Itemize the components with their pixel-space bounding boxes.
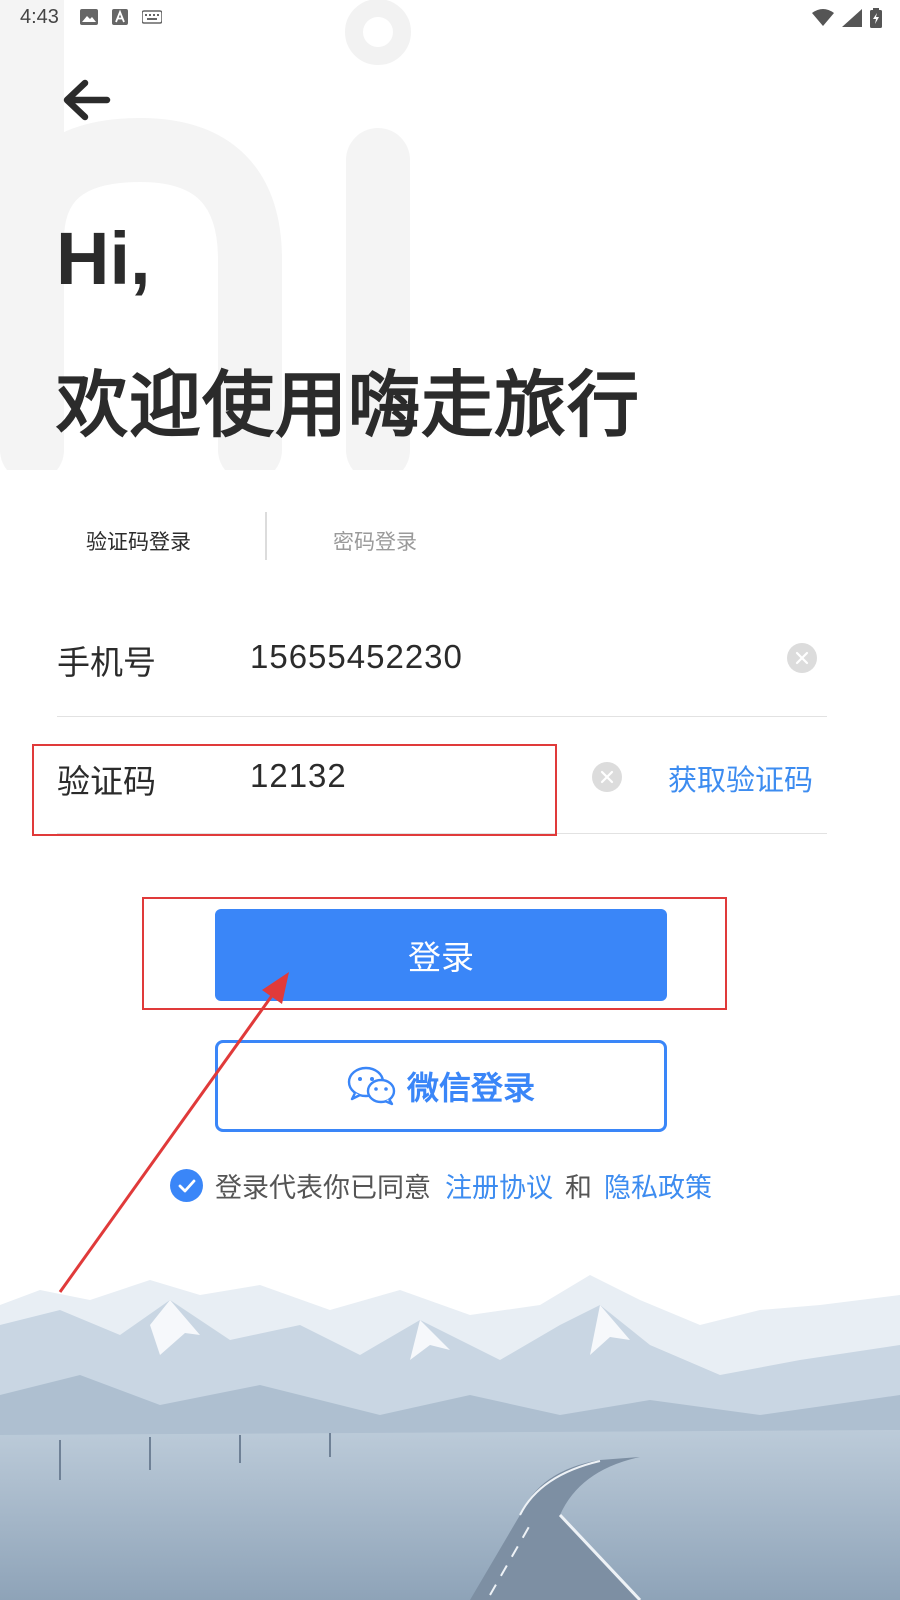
wechat-login-button[interactable]: 微信登录	[215, 1040, 667, 1132]
back-button[interactable]	[58, 76, 114, 124]
status-system-icons	[812, 8, 882, 28]
image-icon	[80, 9, 98, 25]
agreement-text: 登录代表你已同意	[215, 1173, 431, 1204]
font-icon	[112, 9, 128, 25]
terms-link[interactable]: 注册协议	[445, 1166, 553, 1205]
greeting-title: Hi,	[56, 217, 151, 300]
status-bar: 4:43	[0, 0, 900, 36]
status-time: 4:43	[20, 6, 59, 28]
tab-code-login[interactable]: 验证码登录	[86, 526, 191, 556]
arrow-left-icon	[63, 79, 111, 121]
agreement-and: 和	[565, 1173, 592, 1204]
code-highlight-box	[32, 744, 557, 836]
status-notification-icons	[80, 9, 162, 25]
tab-divider	[265, 512, 267, 560]
tab-password-login[interactable]: 密码登录	[333, 526, 417, 556]
welcome-title: 欢迎使用嗨走旅行	[56, 363, 641, 447]
clear-code-icon[interactable]	[592, 762, 622, 792]
wifi-icon	[812, 9, 834, 26]
clear-phone-icon[interactable]	[787, 643, 817, 673]
agreement-row: 登录代表你已同意 注册协议 和 隐私政策	[170, 1166, 712, 1205]
wechat-login-label: 微信登录	[406, 1069, 535, 1107]
privacy-link[interactable]: 隐私政策	[604, 1166, 712, 1205]
mountain-landscape-image	[0, 1275, 900, 1600]
get-code-button[interactable]: 获取验证码	[668, 757, 813, 799]
wechat-icon	[347, 1066, 396, 1106]
keyboard-icon	[142, 10, 162, 24]
agree-checkbox[interactable]	[170, 1169, 203, 1202]
signal-icon	[842, 9, 862, 27]
phone-input[interactable]: 15655452230	[250, 638, 463, 676]
check-icon	[178, 1179, 195, 1192]
phone-divider	[57, 716, 827, 717]
login-highlight-box	[142, 897, 727, 1010]
phone-label: 手机号	[57, 643, 156, 682]
battery-icon	[870, 8, 882, 28]
